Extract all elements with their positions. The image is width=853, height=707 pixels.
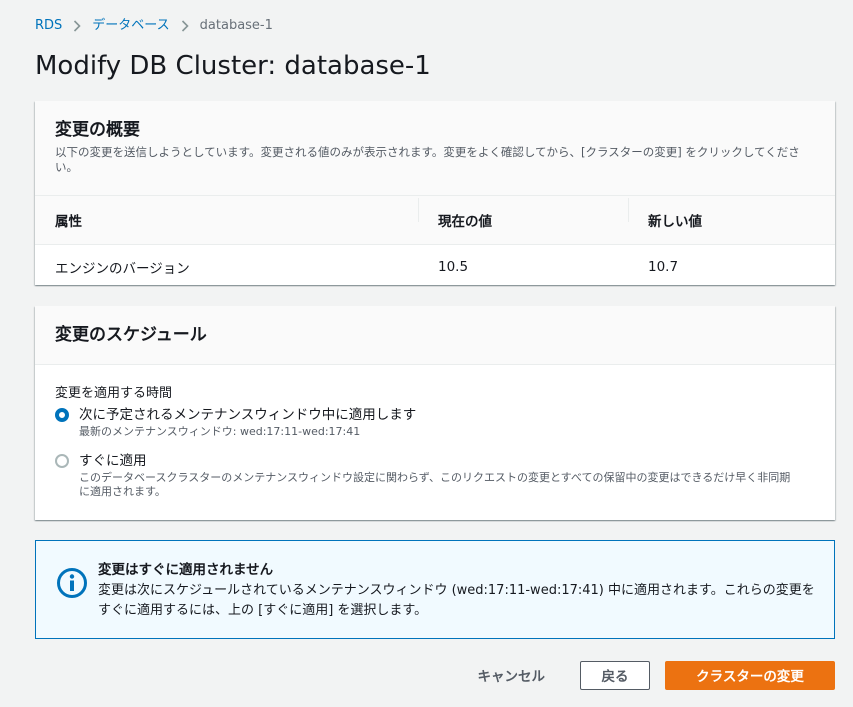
action-bar: キャンセル 戻る クラスターの変更 — [458, 660, 835, 690]
alert-title: 変更はすぐに適用されません — [98, 562, 274, 578]
summary-header: 変更の概要 以下の変更を送信しようとしています。変更される値のみが表示されます。… — [35, 101, 835, 196]
apply-timing-label: 変更を適用する時間 — [55, 386, 173, 401]
radio-apply-next-window[interactable]: 次に予定されるメンテナンスウィンドウ中に適用します 最新のメンテナンスウィンドウ… — [55, 406, 799, 439]
back-button[interactable]: 戻る — [580, 660, 650, 690]
radio-button-unchecked[interactable] — [55, 454, 69, 468]
column-header-new-value: 新しい値 — [628, 198, 835, 230]
column-header-attribute: 属性 — [55, 214, 82, 230]
alert-content: 変更はすぐに適用されません 変更は次にスケジュールされているメンテナンスウィンド… — [98, 561, 818, 638]
radio-option-text: 次に予定されるメンテナンスウィンドウ中に適用します 最新のメンテナンスウィンドウ… — [79, 406, 799, 439]
cell-attribute: エンジンのバージョン — [55, 261, 190, 277]
radio-button-checked[interactable] — [55, 408, 69, 422]
alert-text: 変更は次にスケジュールされているメンテナンスウィンドウ (wed:17:11-w… — [98, 583, 815, 618]
schedule-header: 変更のスケジュール — [35, 306, 835, 365]
radio-option-label: 次に予定されるメンテナンスウィンドウ中に適用します — [79, 407, 417, 423]
summary-description: 以下の変更を送信しようとしています。変更される値のみが表示されます。変更をよく確… — [55, 145, 800, 174]
cancel-button[interactable]: キャンセル — [458, 660, 566, 690]
info-alert: 変更はすぐに適用されません 変更は次にスケジュールされているメンテナンスウィンド… — [35, 540, 835, 639]
schedule-title: 変更のスケジュール — [55, 325, 207, 345]
radio-option-label: すぐに適用 — [79, 453, 147, 469]
radio-option-description: このデータベースクラスターのメンテナンスウィンドウ設定に関わらず、このリクエスト… — [79, 471, 791, 498]
chevron-right-icon — [170, 20, 200, 32]
breadcrumb-item-rds[interactable]: RDS — [35, 17, 62, 35]
radio-option-text: すぐに適用 このデータベースクラスターのメンテナンスウィンドウ設定に関わらず、こ… — [79, 452, 799, 499]
breadcrumb-current: database-1 — [199, 18, 273, 33]
modify-cluster-button[interactable]: クラスターの変更 — [665, 660, 835, 690]
column-header-current-value: 現在の値 — [418, 198, 628, 230]
schedule-panel: 変更のスケジュール 変更を適用する時間 次に予定されるメンテナンスウィンドウ中に… — [35, 306, 835, 520]
cell-new-value: 10.7 — [648, 259, 679, 275]
chevron-right-icon — [62, 20, 92, 32]
summary-table-header: 属性 現在の値 新しい値 — [35, 196, 835, 245]
radio-option-description: 最新のメンテナンスウィンドウ: wed:17:11-wed:17:41 — [79, 425, 361, 438]
summary-panel: 変更の概要 以下の変更を送信しようとしています。変更される値のみが表示されます。… — [35, 101, 835, 285]
radio-apply-immediately[interactable]: すぐに適用 このデータベースクラスターのメンテナンスウィンドウ設定に関わらず、こ… — [55, 452, 799, 499]
info-icon — [56, 567, 88, 599]
summary-title: 変更の概要 — [55, 120, 140, 140]
table-row: エンジンのバージョン 10.5 10.7 — [35, 245, 835, 289]
breadcrumb-item-databases[interactable]: データベース — [92, 17, 169, 35]
page-title: Modify DB Cluster: database-1 — [35, 51, 431, 81]
cell-current-value: 10.5 — [438, 259, 469, 275]
breadcrumb: RDS データベース database-1 — [35, 17, 273, 35]
